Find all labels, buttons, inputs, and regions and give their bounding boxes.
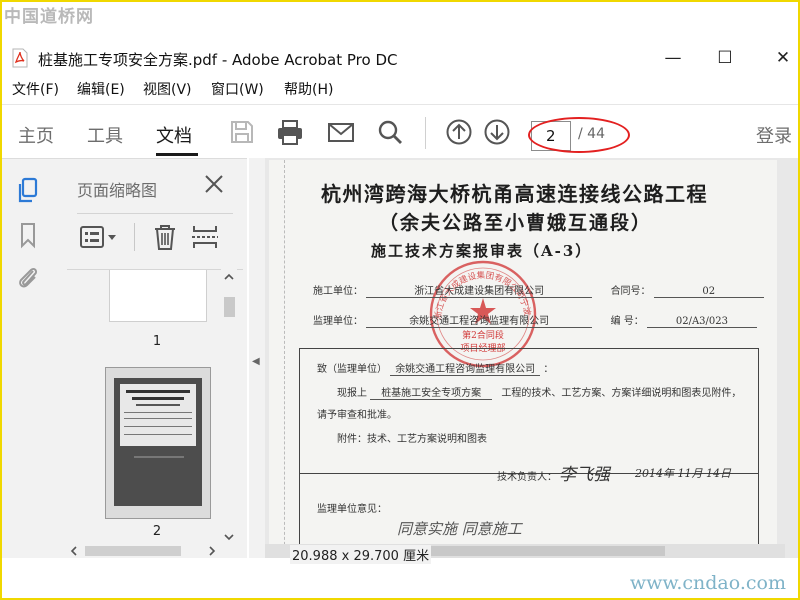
body-item: 桩基施工安全专项方案 <box>370 384 493 400</box>
supervisor-handwriting: 同意实施 同意施工 <box>397 520 522 538</box>
supervision-unit-value: 余姚交通工程咨询监理有限公司 <box>366 312 593 328</box>
serial-no-value: 02/A3/023 <box>646 316 757 328</box>
thumbnail-vertical-scrollbar[interactable] <box>221 269 237 545</box>
thumbnail-options-icon[interactable] <box>79 223 119 251</box>
print-icon[interactable] <box>276 118 304 146</box>
addressee-value: 余姚交通工程咨询监理有限公司 <box>390 360 541 376</box>
construction-unit-value: 浙江省大成建设集团有限公司 <box>366 282 593 298</box>
body-row: 现报上 桩基施工安全专项方案 工程的技术、工艺方案、方案详细说明和图表见附件， <box>337 384 741 400</box>
login-link[interactable]: 登录 <box>756 122 792 148</box>
scroll-down-icon[interactable] <box>221 531 237 543</box>
delete-page-icon[interactable] <box>151 223 179 251</box>
scroll-up-icon[interactable] <box>221 271 237 283</box>
close-window-button[interactable]: ✕ <box>768 46 798 70</box>
attachments-icon[interactable] <box>15 263 41 291</box>
menu-window[interactable]: 窗口(W) <box>211 79 264 99</box>
thumbnail-horizontal-scrollbar[interactable] <box>67 543 221 559</box>
attachment-row: 附件：技术、工艺方案说明和图表 <box>337 434 487 445</box>
title-bar: 桩基施工专项安全方案.pdf - Adobe Acrobat Pro DC — … <box>0 40 800 76</box>
extract-page-icon[interactable] <box>191 223 219 251</box>
collapse-arrow-icon: ◀ <box>252 356 260 367</box>
body-line-2: 请予审查和批准。 <box>317 410 397 421</box>
window-title: 桩基施工专项安全方案.pdf - Adobe Acrobat Pro DC <box>38 51 398 69</box>
watermark-bottom-right: www.cndao.com <box>629 572 786 594</box>
bookmarks-icon[interactable] <box>15 221 41 249</box>
navigation-rail <box>0 158 57 558</box>
menu-help[interactable]: 帮助(H) <box>284 79 333 99</box>
menu-file[interactable]: 文件(F) <box>12 79 59 99</box>
thumbnail-page-2-image <box>114 378 202 506</box>
save-icon[interactable] <box>228 118 256 146</box>
addressee-row: 致（监理单位） 余姚交通工程咨询监理有限公司 ： <box>317 360 553 376</box>
thumbnail-panel: 页面缩略图 1 2 <box>57 158 247 558</box>
thumbnail-label: 2 <box>152 524 162 539</box>
doc-subtitle: （余夫公路至小曹娥互通段） <box>379 212 653 234</box>
thumbnail-list: 1 2 <box>67 269 243 545</box>
scroll-right-icon[interactable] <box>205 544 219 558</box>
email-icon[interactable] <box>327 118 355 146</box>
serial-no-label: 编 号： <box>610 316 644 327</box>
page-thumbnails-icon[interactable] <box>15 177 41 205</box>
supervision-unit-label: 监理单位： <box>313 316 363 327</box>
supervision-unit-row: 监理单位： 余姚交通工程咨询监理有限公司 编 号： 02/A3/023 <box>313 312 757 328</box>
thumbnail-panel-title: 页面缩略图 <box>77 181 158 200</box>
tool-separator <box>134 223 135 251</box>
menu-view[interactable]: 视图(V) <box>143 79 192 99</box>
seal-text-1: 第2合同段 <box>462 329 504 341</box>
toolbar: 主页 工具 文档 / 44 登录 <box>0 104 800 158</box>
contract-no-value: 02 <box>653 286 764 298</box>
panel-divider <box>77 213 233 214</box>
panel-collapse-handle[interactable]: ◀ <box>249 158 265 558</box>
addressee-label: 致（监理单位） <box>317 364 387 375</box>
thumbnail-page-2-selected[interactable] <box>105 367 211 519</box>
tab-document[interactable]: 文档 <box>156 122 192 148</box>
close-icon <box>205 175 223 193</box>
scroll-left-icon[interactable] <box>67 544 81 558</box>
active-tab-indicator <box>156 153 198 156</box>
pdf-file-icon <box>12 48 28 68</box>
thumbnail-page-1[interactable] <box>109 270 207 322</box>
red-annotation-ellipse <box>528 117 630 153</box>
maximize-button[interactable]: ☐ <box>710 46 740 70</box>
contract-no-label: 合同号： <box>610 286 651 297</box>
page-binding-margin <box>269 160 285 548</box>
construction-unit-row: 施工单位： 浙江省大成建设集团有限公司 合同号： 02 <box>313 282 764 298</box>
construction-unit-label: 施工单位： <box>313 286 363 297</box>
doc-title: 杭州湾跨海大桥杭甬高速连接线公路工程 <box>321 182 708 206</box>
tab-tools[interactable]: 工具 <box>87 122 123 148</box>
thumbnail-label: 1 <box>152 334 162 349</box>
menu-edit[interactable]: 编辑(E) <box>77 79 125 99</box>
next-page-icon[interactable] <box>483 118 511 146</box>
supervisor-opinion-label: 监理单位意见： <box>317 504 387 515</box>
document-view[interactable]: 杭州湾跨海大桥杭甬高速连接线公路工程 （余夫公路至小曹娥互通段） 施工技术方案报… <box>265 158 800 558</box>
minimize-button[interactable]: — <box>658 46 688 70</box>
previous-page-icon[interactable] <box>445 118 473 146</box>
close-panel-button[interactable] <box>203 173 225 201</box>
tab-home[interactable]: 主页 <box>18 122 54 148</box>
scrollbar-thumb[interactable] <box>224 297 235 317</box>
watermark-top-left: 中国道桥网 <box>4 7 94 27</box>
toolbar-separator <box>425 117 426 149</box>
search-icon[interactable] <box>376 118 404 146</box>
pdf-page: 杭州湾跨海大桥杭甬高速连接线公路工程 （余夫公路至小曹娥互通段） 施工技术方案报… <box>269 160 777 548</box>
page-size-readout: 20.988 x 29.700 厘米 <box>290 545 432 564</box>
scrollbar-thumb[interactable] <box>85 546 181 556</box>
